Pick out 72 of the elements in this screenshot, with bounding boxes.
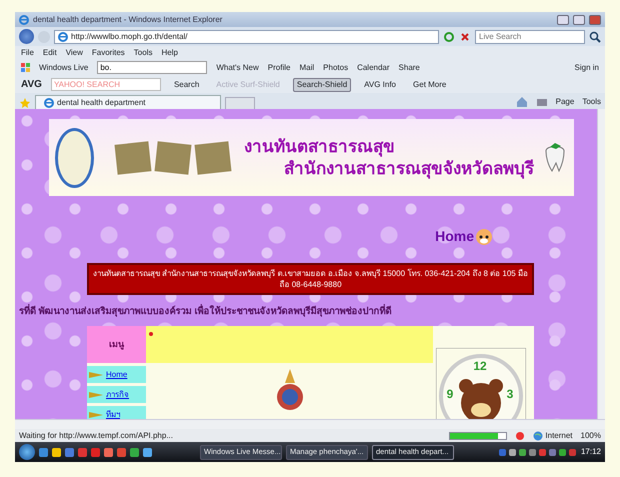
taskbar-clock: 17:12 xyxy=(580,446,601,458)
search-icon[interactable] xyxy=(589,30,601,42)
photo-placeholder xyxy=(154,140,192,174)
menu-item[interactable]: Help xyxy=(161,46,178,58)
refresh-icon[interactable] xyxy=(443,30,455,42)
back-button[interactable] xyxy=(19,29,34,44)
photo-placeholder xyxy=(114,140,152,174)
menu-item[interactable]: Home xyxy=(87,366,146,384)
toolbar-brand: AVG xyxy=(21,78,42,92)
hamster-icon xyxy=(475,228,493,246)
menu-item[interactable]: ภารกิจ xyxy=(87,386,146,404)
close-button[interactable] xyxy=(589,14,601,24)
toolbar-link[interactable]: Photos xyxy=(323,62,348,74)
banner-subtitle: สำนักงานสาธารณสุขจังหวัดลพบุรี xyxy=(284,158,534,180)
status-text: Waiting for http://www.tempf.com/API.php... xyxy=(19,430,173,442)
browser-tab[interactable]: dental health department xyxy=(35,95,221,109)
toolbar-link[interactable]: Share xyxy=(398,62,420,74)
address-text: http://wwwlbo.moph.go.th/dental/ xyxy=(71,30,188,42)
royal-emblem-drawing xyxy=(274,369,304,412)
command-button[interactable]: Page xyxy=(556,96,574,108)
address-field[interactable]: http://wwwlbo.moph.go.th/dental/ xyxy=(54,30,439,44)
ie-logo-icon xyxy=(58,32,68,42)
menu-link[interactable]: Home xyxy=(106,368,128,381)
arrow-icon xyxy=(89,412,103,418)
toolbar-link[interactable]: Calendar xyxy=(357,62,390,74)
menu-item[interactable]: File xyxy=(21,46,34,58)
printer-icon[interactable] xyxy=(536,96,548,108)
menu-item[interactable]: Edit xyxy=(42,46,57,58)
toolbar-button[interactable]: Search xyxy=(170,78,204,92)
bear-clock-drawing: 12 9 3 xyxy=(436,348,526,419)
home-link[interactable]: Home xyxy=(435,226,474,247)
search-field[interactable]: Live Search xyxy=(475,30,585,44)
banner-title: งานทันตสาธารณสุข xyxy=(244,136,396,158)
toolbar-link[interactable]: Profile xyxy=(268,62,290,74)
ie-logo-icon xyxy=(19,14,29,24)
address-banner: งานทันตสาธารณสุข สำนักงานสาธารณสุขจังหวัดลพบุรี ต.เขาสามยอด อ.เมือง จ.ลพบุรี 15000 โทร. 036-421-204 ถึง 8 ต่อ 105 มือถือ 08-6448-9880 xyxy=(87,263,534,295)
arrow-icon xyxy=(89,372,103,378)
toolbar-button[interactable]: Search-Shield xyxy=(292,78,352,92)
favorites-star-icon[interactable] xyxy=(19,97,31,109)
horizontal-scrollbar[interactable] xyxy=(15,419,605,429)
menu-link[interactable]: ภารกิจ xyxy=(106,388,129,401)
ie-logo-icon xyxy=(44,98,54,108)
window-title: dental health department - Windows Internet Explorer xyxy=(33,14,222,26)
scrolling-text: รที่ดี พัฒนางานส่งเสริมสุขภาพแบบองค์รวม เพื่อให้ประชาชนจังหวัดลพบุรีมีสุขภาพช่องปากที่ดี xyxy=(18,305,392,319)
stop-icon[interactable] xyxy=(459,30,471,42)
globe-icon xyxy=(533,430,544,440)
toolbar-button[interactable]: AVG Info xyxy=(360,78,400,92)
menu-link[interactable]: ทีมฯ xyxy=(106,408,120,419)
menu-item[interactable]: ทีมฯ xyxy=(87,406,146,419)
toolbar-link[interactable]: What's New xyxy=(216,62,259,74)
maximize-button[interactable] xyxy=(573,14,585,24)
command-button[interactable]: Tools xyxy=(582,96,601,108)
menu-item[interactable]: View xyxy=(66,46,83,58)
zone-text: Internet xyxy=(545,430,573,442)
toolbar-button[interactable]: Get More xyxy=(409,78,450,92)
minimize-button[interactable] xyxy=(557,14,569,24)
bullet-icon xyxy=(148,331,154,338)
tab-label: dental health department xyxy=(57,96,146,108)
photo-placeholder xyxy=(194,140,232,174)
vertical-scrollbar[interactable] xyxy=(597,109,605,419)
sign-in-link[interactable]: Sign in xyxy=(574,62,599,74)
start-button[interactable] xyxy=(19,444,35,460)
toolbar-brand: Windows Live xyxy=(39,62,88,74)
arrow-icon xyxy=(89,392,103,398)
zoom-level[interactable]: 100% xyxy=(580,430,601,442)
menu-item[interactable]: Favorites xyxy=(92,46,125,58)
windows-flag-icon xyxy=(21,63,30,72)
yahoo-search-field[interactable]: YAHOO! SEARCH xyxy=(50,78,161,91)
toolbar-link[interactable]: Mail xyxy=(299,62,314,74)
menu-heading: เมนู xyxy=(87,326,146,364)
menu-item[interactable]: Tools xyxy=(134,46,152,58)
toolbar-search-field[interactable]: bo. xyxy=(97,61,208,74)
